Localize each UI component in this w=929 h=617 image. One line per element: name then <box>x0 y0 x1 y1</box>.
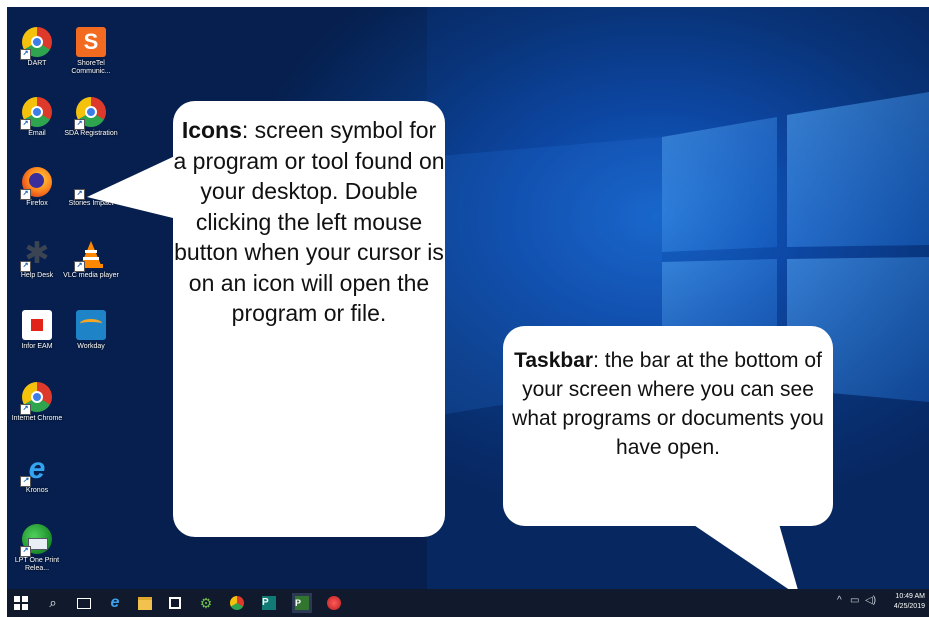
show-hidden-icons[interactable]: ^ <box>837 595 842 606</box>
taskbar-callout-term: Taskbar <box>514 349 594 372</box>
task-view-icon <box>77 597 91 609</box>
taskbar-file-explorer[interactable] <box>135 593 155 613</box>
icons-callout-text: : screen symbol for a program or tool fo… <box>173 117 445 326</box>
desktop-icon-firefox[interactable]: ↗ Firefox <box>9 167 65 237</box>
network-icon[interactable]: ▭ <box>850 595 859 606</box>
desktop-icon-internet-chrome[interactable]: ↗ Internet Chrome <box>9 382 65 452</box>
start-button[interactable] <box>11 593 31 613</box>
taskbar-snipping[interactable] <box>324 593 344 613</box>
edge-icon: e <box>110 594 120 611</box>
internet-explorer-icon: e ↗ <box>20 454 52 487</box>
print-release-icon: ↗ <box>20 524 52 557</box>
snipping-icon <box>327 596 341 610</box>
volume-icon[interactable]: ◁) <box>865 595 876 606</box>
taskbar-store[interactable] <box>165 593 185 613</box>
desktop-icon-help-desk[interactable]: ✱ ↗ Help Desk <box>9 239 65 309</box>
desktop-icon-infor-eam[interactable]: Infor EAM <box>9 310 65 380</box>
taskbar: ⌕ e ⚙ P P ^ ▭ ◁) 10:49 AM 4/25/2019 <box>7 589 929 617</box>
file-explorer-icon <box>138 596 152 610</box>
icons-callout: Icons: screen symbol for a program or to… <box>173 101 445 537</box>
vlc-icon: ↗ <box>74 239 106 272</box>
chrome-icon: ↗ <box>20 382 52 415</box>
start-icon <box>14 596 28 610</box>
desktop-icon-workday[interactable]: Workday <box>63 310 119 380</box>
desktop-icon-shoretel[interactable]: S ShoreTel Communic... <box>63 27 119 97</box>
desktop-icon-lpt-print-release[interactable]: ↗ LPT One Print Relea... <box>9 524 65 594</box>
taskbar-callout: Taskbar: the bar at the bottom of your s… <box>503 326 833 526</box>
settings-icon: ⚙ <box>199 594 213 611</box>
desktop-icon-vlc[interactable]: ↗ VLC media player <box>63 239 119 309</box>
taskbar-callout-pointer <box>682 517 800 597</box>
task-view-button[interactable] <box>74 593 94 613</box>
store-icon <box>169 597 181 609</box>
taskbar-edge[interactable]: e <box>105 593 125 613</box>
taskbar-chrome[interactable] <box>227 593 247 613</box>
project-icon: P <box>295 596 309 610</box>
desktop: ↗ DART ↗ Email ↗ Firefox ✱ ↗ Help Desk In… <box>7 7 929 617</box>
helpdesk-icon: ✱ ↗ <box>20 239 52 272</box>
workday-icon <box>76 310 106 340</box>
infor-eam-icon <box>22 310 52 340</box>
icons-callout-pointer <box>87 155 177 219</box>
chrome-icon: ↗ <box>20 97 52 130</box>
icons-callout-term: Icons <box>181 117 242 143</box>
publisher-icon: P <box>262 596 276 610</box>
desktop-icon-kronos[interactable]: e ↗ Kronos <box>9 454 65 524</box>
taskbar-project[interactable]: P <box>292 593 312 613</box>
search-button[interactable]: ⌕ <box>43 593 63 613</box>
chrome-icon: ↗ <box>74 97 106 130</box>
firefox-icon: ↗ <box>20 167 52 200</box>
taskbar-publisher[interactable]: P <box>259 593 279 613</box>
desktop-icon-email[interactable]: ↗ Email <box>9 97 65 167</box>
taskbar-clock[interactable]: 10:49 AM 4/25/2019 <box>894 592 925 612</box>
clock-date: 4/25/2019 <box>893 603 925 610</box>
search-icon: ⌕ <box>49 595 57 610</box>
desktop-icon-dart[interactable]: ↗ DART <box>9 27 65 97</box>
chrome-icon <box>230 596 244 610</box>
clock-time: 10:49 AM <box>895 593 925 600</box>
chrome-icon: ↗ <box>20 27 52 60</box>
taskbar-settings[interactable]: ⚙ <box>196 593 216 613</box>
shoretel-icon: S <box>76 27 106 57</box>
